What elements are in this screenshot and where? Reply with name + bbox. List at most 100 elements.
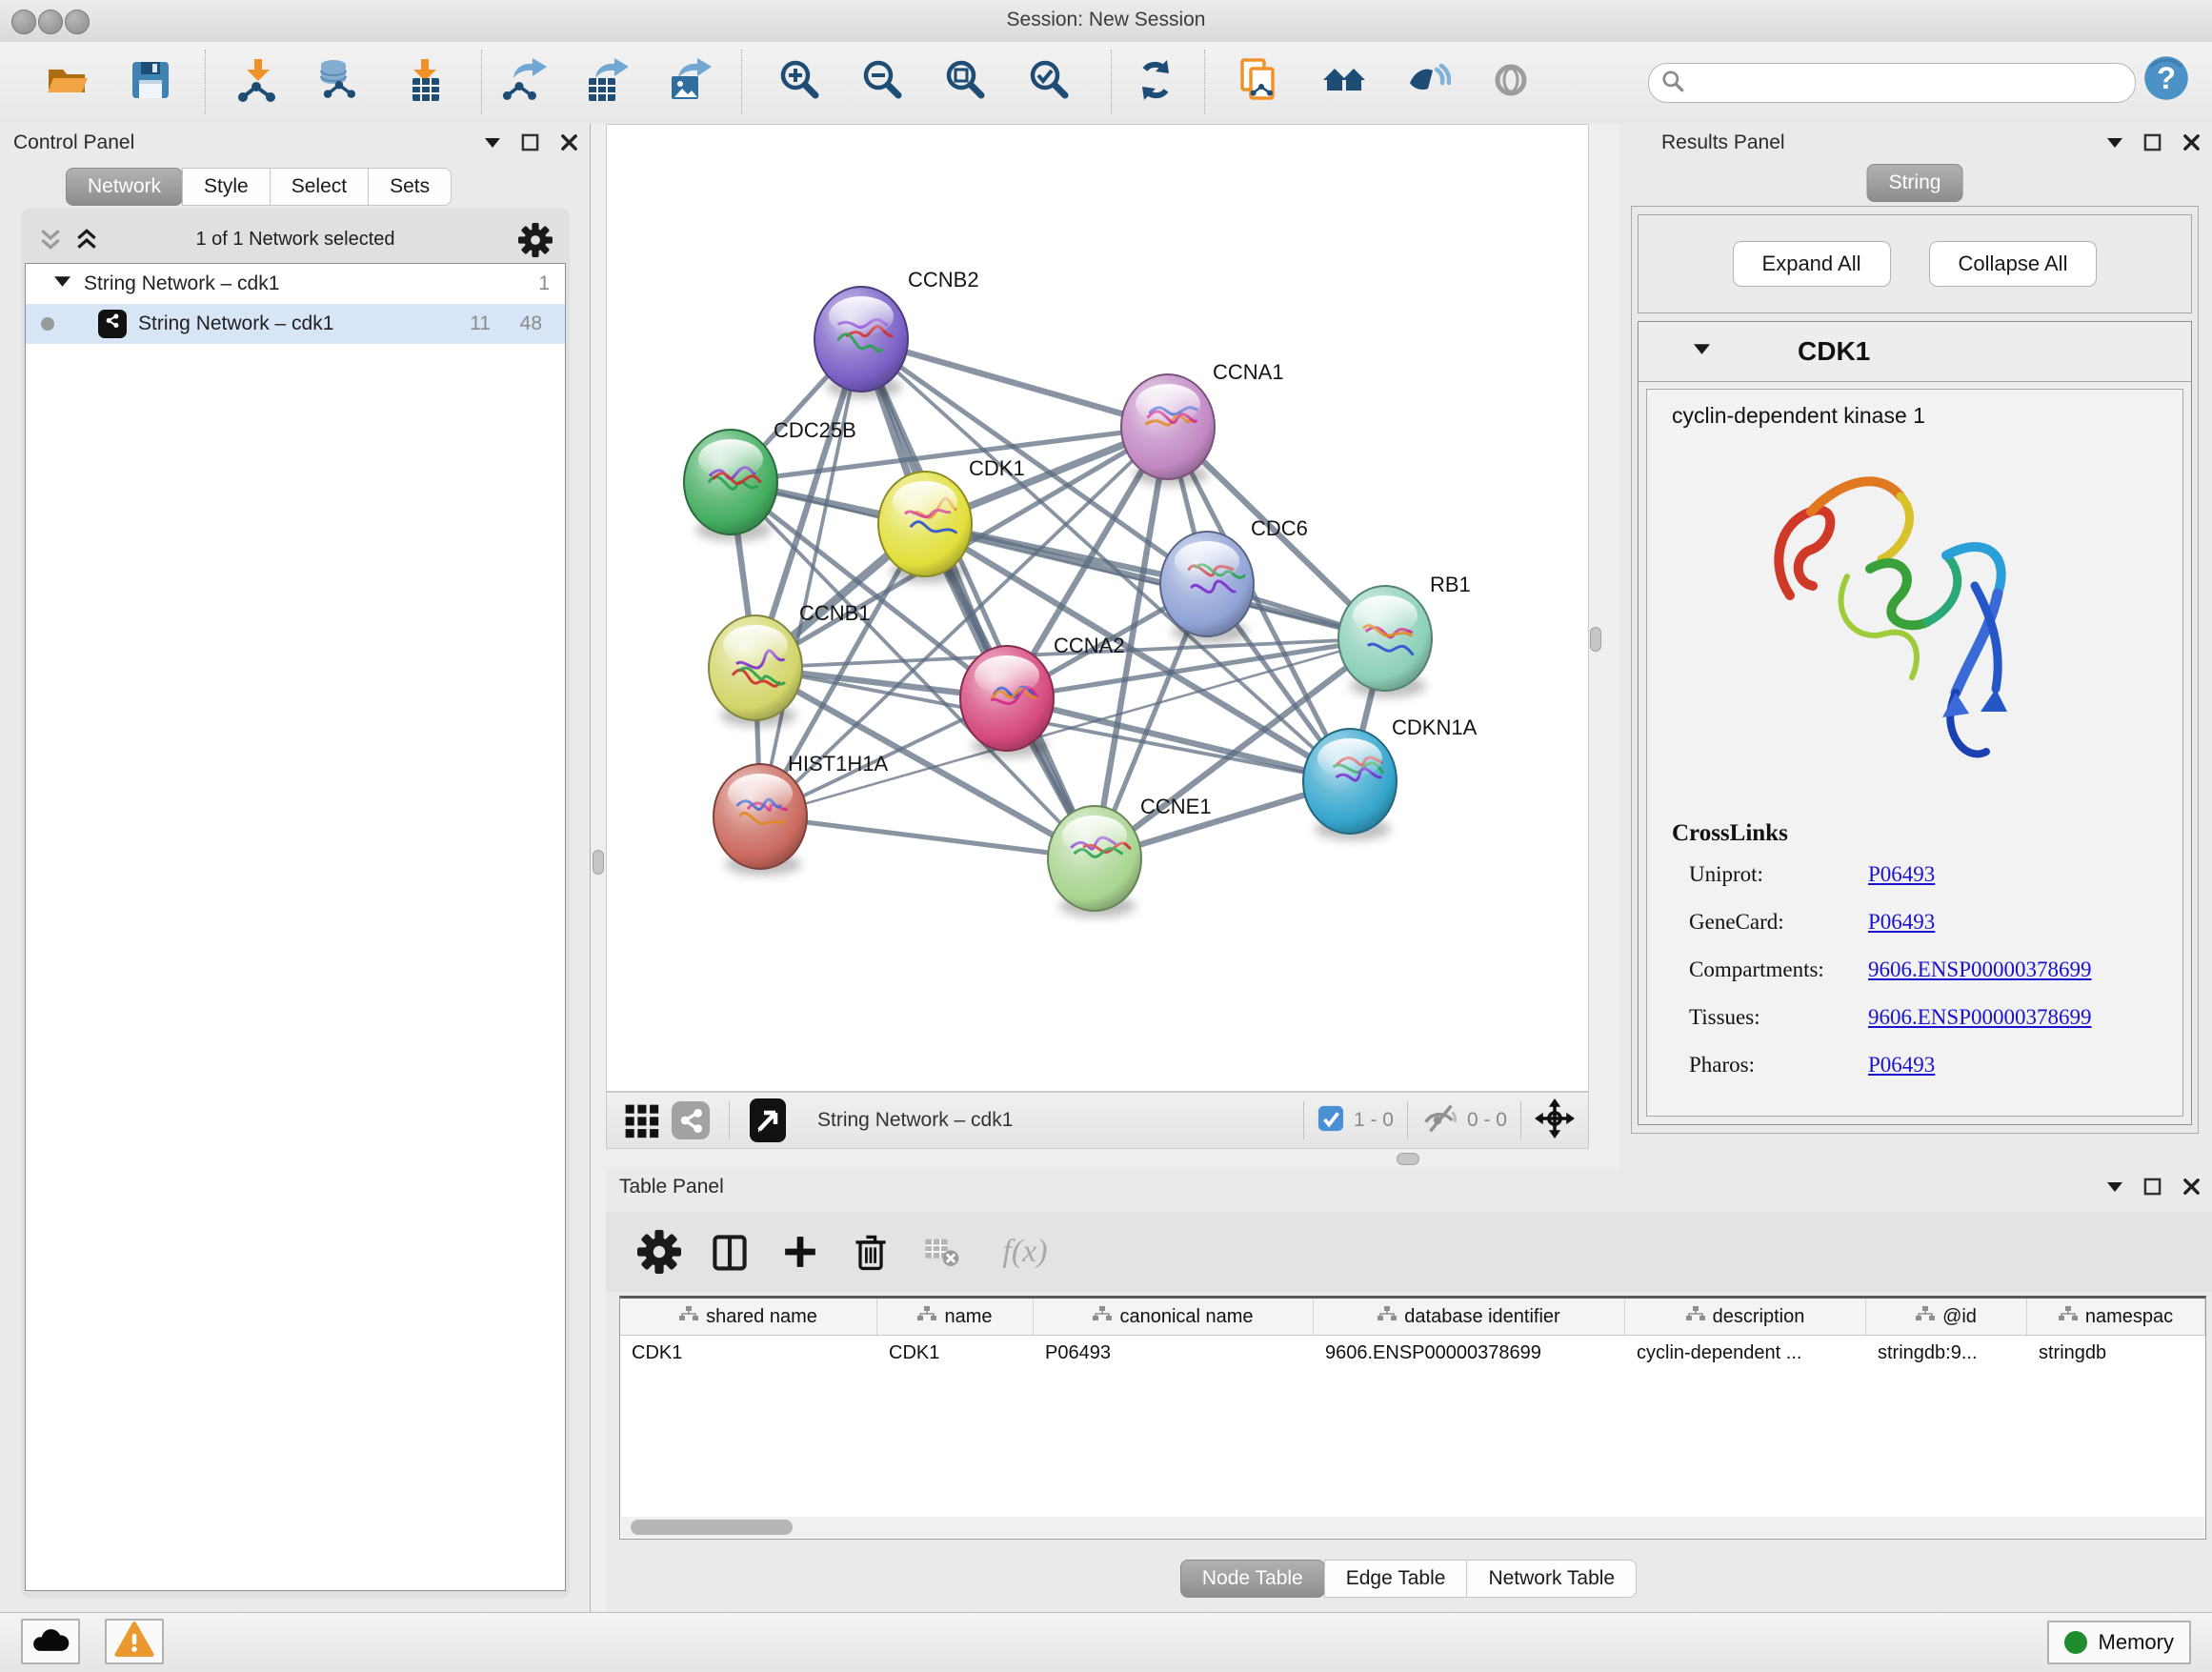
table-panel-menu-icon[interactable] — [2107, 1179, 2122, 1199]
network-node-CCNA1[interactable] — [1121, 374, 1215, 479]
column-header-@id[interactable]: @id — [1866, 1299, 2027, 1335]
string-query-button[interactable] — [1319, 57, 1369, 107]
delete-column-icon[interactable] — [846, 1227, 895, 1277]
network-edge-CCNB2-CCNE1[interactable] — [861, 339, 1095, 858]
gene-collapse-icon[interactable] — [1694, 341, 1710, 362]
add-column-icon[interactable] — [775, 1227, 825, 1277]
search-input[interactable] — [1648, 63, 2136, 103]
refresh-view-icon — [1133, 57, 1178, 108]
tab-edge-table[interactable]: Edge Table — [1324, 1560, 1468, 1598]
left-splitter[interactable] — [591, 124, 606, 1612]
results-panel-float-icon[interactable] — [2143, 133, 2162, 156]
show-graphics-details-button[interactable] — [1486, 57, 1536, 107]
detach-view-icon[interactable] — [743, 1096, 793, 1145]
results-panel-menu-icon[interactable] — [2107, 135, 2122, 155]
network-node-CDC25B[interactable] — [684, 430, 777, 534]
network-status-dot — [41, 317, 54, 331]
tab-sets[interactable]: Sets — [368, 168, 452, 206]
tab-network[interactable]: Network — [66, 168, 183, 206]
help-button[interactable]: ? — [2142, 55, 2191, 105]
crosslink-link[interactable]: P06493 — [1868, 1053, 1935, 1078]
table-cell: CDK1 — [877, 1336, 1034, 1370]
network-collection-row[interactable]: String Network – cdk1 1 — [26, 264, 565, 304]
control-panel-menu-icon[interactable] — [485, 135, 500, 155]
table-tabs: Node TableEdge TableNetwork Table — [606, 1560, 2212, 1598]
column-type-icon — [2059, 1304, 2078, 1329]
network-edge-CDK1-RB1[interactable] — [925, 524, 1385, 638]
network-node-CCNB2[interactable] — [814, 287, 908, 392]
crosslink-link[interactable]: P06493 — [1868, 862, 1935, 887]
zoom-selected-button[interactable] — [1025, 57, 1075, 107]
table-options-gear-icon[interactable] — [634, 1227, 684, 1277]
column-header-database-identifier[interactable]: database identifier — [1314, 1299, 1625, 1335]
birds-eye-view-icon[interactable] — [616, 1096, 666, 1145]
memory-status-dot — [2064, 1631, 2087, 1654]
bottom-splitter[interactable] — [606, 1149, 1619, 1168]
tab-select[interactable]: Select — [270, 168, 369, 206]
network-node-CCNA2[interactable] — [960, 646, 1054, 751]
gene-entry-header[interactable]: CDK1 — [1639, 322, 2191, 382]
network-node-CCNB1[interactable] — [709, 615, 802, 720]
column-header-canonical-name[interactable]: canonical name — [1034, 1299, 1314, 1335]
network-node-CCNE1[interactable] — [1048, 806, 1141, 911]
column-header-name[interactable]: name — [877, 1299, 1034, 1335]
tab-node-table[interactable]: Node Table — [1180, 1560, 1325, 1598]
collection-expand-icon[interactable] — [54, 272, 70, 295]
column-header-shared-name[interactable]: shared name — [620, 1299, 877, 1335]
table-horizontal-scrollbar[interactable] — [621, 1517, 2204, 1538]
column-header-namespac[interactable]: namespac — [2027, 1299, 2205, 1335]
crosslink-link[interactable]: P06493 — [1868, 910, 1935, 935]
export-image-button[interactable] — [665, 57, 714, 107]
network-edge-CCNB2-HIST1H1A[interactable] — [760, 339, 861, 816]
network-node-CDK1[interactable] — [878, 472, 972, 576]
crosslink-link[interactable]: 9606.ENSP00000378699 — [1868, 957, 2092, 982]
refresh-view-button[interactable] — [1131, 57, 1180, 107]
expand-all-button[interactable]: Expand All — [1733, 241, 1891, 287]
export-network-button[interactable] — [500, 57, 550, 107]
export-table-button[interactable] — [582, 57, 632, 107]
import-table-file-button[interactable] — [400, 57, 450, 107]
show-columns-icon[interactable] — [705, 1227, 754, 1277]
collapse-all-button[interactable]: Collapse All — [1929, 241, 2098, 287]
crosslink-label: GeneCard: — [1689, 910, 1784, 935]
zoom-fit-button[interactable] — [941, 57, 991, 107]
cloud-button[interactable] — [21, 1619, 80, 1664]
network-row[interactable]: String Network – cdk1 11 48 — [26, 304, 565, 344]
import-network-database-button[interactable] — [313, 57, 363, 107]
network-node-RB1[interactable] — [1338, 586, 1432, 691]
table-row[interactable]: CDK1CDK1P064939606.ENSP00000378699cyclin… — [620, 1336, 2205, 1370]
save-session-button[interactable] — [126, 57, 175, 107]
zoom-in-icon — [777, 57, 823, 108]
control-panel-float-icon[interactable] — [521, 133, 539, 156]
network-node-CDKN1A[interactable] — [1303, 729, 1397, 834]
network-edge-HIST1H1A-CCNE1[interactable] — [760, 816, 1095, 858]
network-canvas[interactable]: CCNB2CCNA1CDC25BCDK1CDC6RB1CCNB1CCNA2CDK… — [606, 124, 1589, 1092]
control-panel-close-icon[interactable] — [560, 133, 578, 156]
selected-checkbox-icon[interactable] — [1317, 1105, 1344, 1137]
tab-string[interactable]: String — [1867, 164, 1963, 202]
tab-style[interactable]: Style — [182, 168, 271, 206]
clone-network-button[interactable] — [1235, 57, 1284, 107]
results-panel-close-icon[interactable] — [2182, 133, 2201, 156]
column-header-description[interactable]: description — [1625, 1299, 1866, 1335]
memory-button[interactable]: Memory — [2047, 1621, 2191, 1664]
network-node-CDC6[interactable] — [1160, 532, 1254, 636]
network-node-HIST1H1A[interactable] — [714, 764, 807, 869]
zoom-in-button[interactable] — [775, 57, 825, 107]
zoom-out-button[interactable] — [858, 57, 908, 107]
open-session-button[interactable] — [42, 57, 91, 107]
import-network-file-button[interactable] — [233, 57, 283, 107]
network-options-gear-icon[interactable] — [518, 223, 553, 262]
gene-description: cyclin-dependent kinase 1 — [1672, 403, 1925, 429]
fit-selected-icon[interactable] — [1535, 1098, 1575, 1143]
hide-graphics-details-button[interactable] — [1403, 57, 1453, 107]
table-panel-float-icon[interactable] — [2143, 1178, 2162, 1200]
column-type-icon — [1916, 1304, 1935, 1329]
right-splitter[interactable] — [1589, 124, 1619, 1168]
network-edges — [731, 339, 1385, 858]
table-panel-close-icon[interactable] — [2182, 1178, 2201, 1200]
network-overview-icon[interactable] — [666, 1096, 715, 1145]
crosslink-link[interactable]: 9606.ENSP00000378699 — [1868, 1005, 2092, 1030]
warnings-button[interactable] — [105, 1619, 164, 1664]
tab-network-table[interactable]: Network Table — [1466, 1560, 1637, 1598]
